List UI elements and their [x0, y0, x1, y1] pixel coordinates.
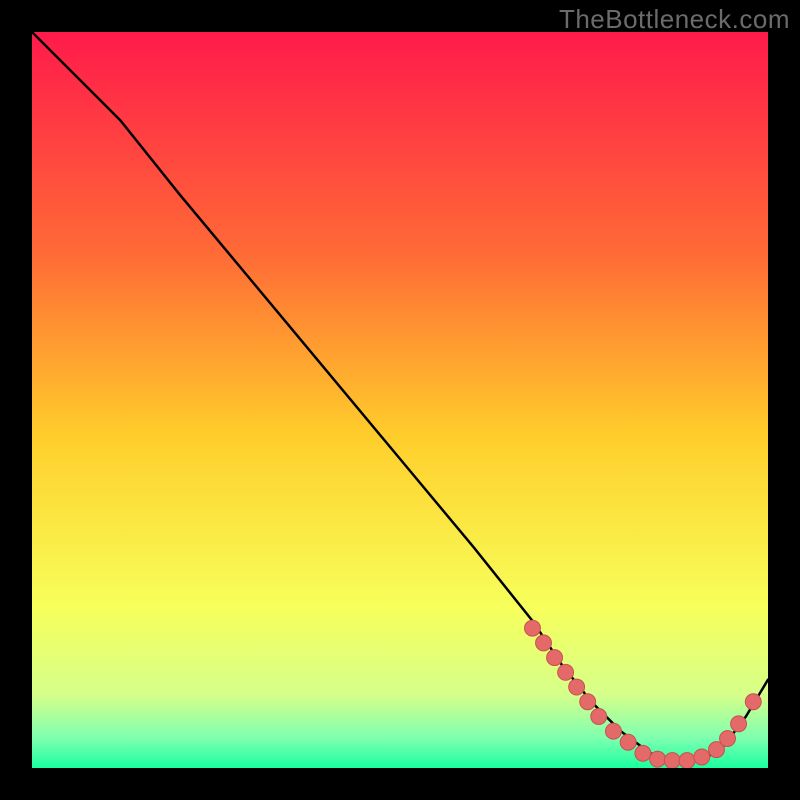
watermark-label: TheBottleneck.com: [559, 4, 790, 35]
curve-marker: [536, 635, 552, 651]
curve-marker: [605, 723, 621, 739]
curve-marker: [679, 753, 695, 768]
plot-area: [30, 30, 770, 770]
curve-marker: [620, 734, 636, 750]
curve-marker: [731, 716, 747, 732]
curve-marker: [635, 745, 651, 761]
curve-marker: [525, 620, 541, 636]
curve-marker: [580, 694, 596, 710]
curve-marker: [694, 749, 710, 765]
curve-marker: [569, 679, 585, 695]
curve-marker: [547, 650, 563, 666]
bottleneck-chart: [32, 32, 768, 768]
curve-marker: [650, 751, 666, 767]
curve-marker: [591, 709, 607, 725]
gradient-background: [32, 32, 768, 768]
curve-marker: [745, 694, 761, 710]
curve-marker: [558, 664, 574, 680]
curve-marker: [664, 753, 680, 768]
curve-marker: [720, 731, 736, 747]
chart-frame: TheBottleneck.com: [0, 0, 800, 800]
